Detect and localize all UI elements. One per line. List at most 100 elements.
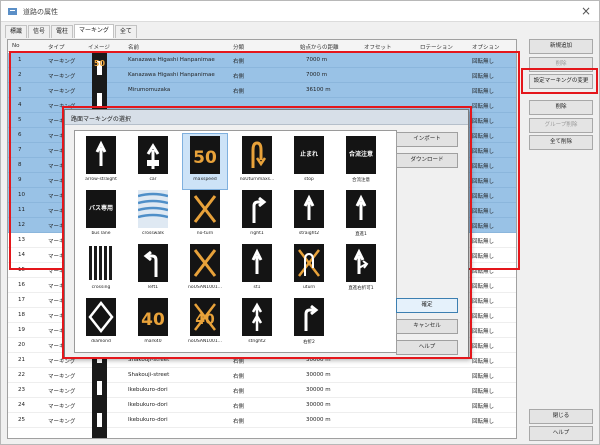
marking-tile-label: mark40 [144,339,162,344]
row-name: Mirumomuzaka [128,87,171,93]
column-header-distance[interactable]: 始点からの距離 [300,43,339,51]
row-category: 右側 [233,419,245,425]
tab-signs[interactable]: 標識 [5,25,28,38]
marking-tile[interactable]: crosswalk [131,188,175,243]
crossing-stripes-icon-graphic [86,244,116,282]
marking-tile[interactable]: 直進1 [339,188,383,243]
table-row[interactable]: 23 マーキング Ikebukuro-dori 右側 30000 m 回転無し [8,383,516,398]
marking-tile[interactable]: arrow-straight [79,134,123,189]
speed-marking-number: 50 [93,59,106,68]
row-distance: 30000 m [306,417,331,423]
lane-dash [97,93,102,107]
marking-tile-label: diamond [91,339,111,344]
table-row[interactable]: 22 マーキング Shakouji-street 右側 30000 m 回転無し [8,368,516,383]
marking-tile-label: 合流注意 [352,178,370,183]
marking-tile[interactable]: straight2 [287,188,331,243]
marking-tile[interactable]: 40 mark40 [131,296,175,351]
row-category: 右側 [233,374,245,380]
tab-poles[interactable]: 電柱 [51,25,74,38]
ok-button[interactable]: 確定 [396,298,458,313]
tab-signals[interactable]: 信号 [28,25,51,38]
row-name: Kanazawa Higashi Hanpanimae [128,57,215,63]
right-turn-arrow-icon [242,190,272,228]
marking-tile[interactable]: right1 [235,188,279,243]
column-header-no[interactable]: No [12,43,19,49]
marking-tile-label: right1 [250,231,264,236]
cancel-button[interactable]: キャンセル [396,319,458,334]
row-number: 17 [18,297,25,303]
marking-tile[interactable]: no-turn [183,188,227,243]
no-u-turn-icon [242,136,272,174]
row-number: 9 [18,177,22,183]
marking-tile-label: left1 [147,285,159,290]
table-row[interactable]: 24 マーキング Ikebukuro-dori 右側 30000 m 回転無し [8,398,516,413]
import-button[interactable]: インポート [396,132,458,147]
row-distance: 36100 m [306,87,331,93]
column-header-type[interactable]: タイプ [48,43,65,51]
row-number: 25 [18,417,25,423]
row-type: マーキング [48,374,76,380]
row-name: Ikebukuro-dori [128,387,168,393]
marking-tile-label: noUSAN1001... [187,285,223,290]
row-category: 右側 [233,389,245,395]
column-header-name[interactable]: 名前 [128,43,139,51]
table-header: No タイプ イメージ 名前 分類 始点からの距離 オフセット ロテーション オ… [8,40,516,52]
delete-all-button[interactable]: 全て削除 [529,135,593,150]
marking-tile[interactable]: 直進右折可1 [339,242,383,297]
marking-tile[interactable]: 40 noUSAN1001... [183,296,227,351]
marking-tile-label: arrow-straight [85,177,117,182]
marking-tile-label: stop [304,177,314,182]
marking-palette: arrow-straight car 50 maxspeed noUturnmaxs..… [74,130,397,353]
table-row[interactable]: 1 マーキング Kanazawa Higashi Hanpanimae 右側 7000 … [8,53,516,68]
table-row[interactable]: 2 マーキング Kanazawa Higashi Hanpanimae 右側 7000 … [8,68,516,83]
no-stopping-x-icon [190,244,220,282]
download-button[interactable]: ダウンロード [396,153,458,168]
close-button[interactable]: 閉じる [529,409,593,424]
column-header-category[interactable]: 分類 [233,43,244,51]
tab-all[interactable]: 全て [114,25,137,38]
speed-40-icon: 40 [138,298,168,336]
straight-arrow-icon-3 [346,190,376,228]
marking-tile[interactable]: uturn [287,242,331,297]
marking-tile[interactable]: 合流注意 合流注意 [339,134,383,189]
marking-tile[interactable]: 止まれ stop [287,134,331,189]
marking-tile[interactable]: バス専用 bus lane [79,188,123,243]
marking-tile[interactable]: noUturnmaxs... [235,134,279,189]
column-header-option[interactable]: オプション [472,43,500,51]
row-rotation: 回転無し [472,314,495,320]
speed-40-x-icon: 40 [190,298,220,336]
row-rotation: 回転無し [472,59,495,65]
marking-tile[interactable]: car [131,134,175,189]
marking-tile[interactable]: diamond [79,296,123,351]
dialog-help-button[interactable]: ヘルプ [396,340,458,355]
table-row[interactable]: 25 マーキング Ikebukuro-dori 右側 30000 m 回転無し [8,413,516,428]
marking-tile[interactable]: crossing [79,242,123,297]
table-row[interactable]: 3 マーキング Mirumomuzaka 右側 36100 m 回転無し [8,83,516,98]
dialog-title: 路面マーキングの選択 [71,116,131,123]
row-number: 21 [18,357,25,363]
marking-tile[interactable]: noUSAN1001... [183,242,227,297]
marking-tile[interactable]: st1 [235,242,279,297]
row-rotation: 回転無し [472,404,495,410]
help-button[interactable]: ヘルプ [529,426,593,441]
zebra-crossing-icon [138,190,168,228]
right-turn-arrow-icon-graphic [252,196,267,223]
row-rotation: 回転無し [472,284,495,290]
column-header-offset[interactable]: オフセット [364,43,392,51]
tab-markings[interactable]: マーキング [74,24,114,38]
bus-lane-icon-graphic: バス専用 [89,204,113,212]
change-marking-button[interactable]: 設定マーキングの変更 [529,74,593,89]
straight-arrow-icon-2-graphic [303,194,315,220]
column-header-rotation[interactable]: ロテーション [420,43,453,51]
column-header-image[interactable]: イメージ [88,43,110,51]
row-distance: 7000 m [306,72,328,78]
row-type: マーキング [48,359,76,365]
delete-button[interactable]: 削除 [529,100,593,115]
row-type: マーキング [48,74,76,80]
close-icon[interactable]: × [579,4,593,18]
marking-tile[interactable]: 50 maxspeed [182,133,228,190]
marking-tile[interactable]: left1 [131,242,175,297]
add-new-button[interactable]: 新規追加 [529,39,593,54]
marking-tile[interactable]: 右折2 [287,296,331,351]
marking-tile[interactable]: stright2 [235,296,279,351]
